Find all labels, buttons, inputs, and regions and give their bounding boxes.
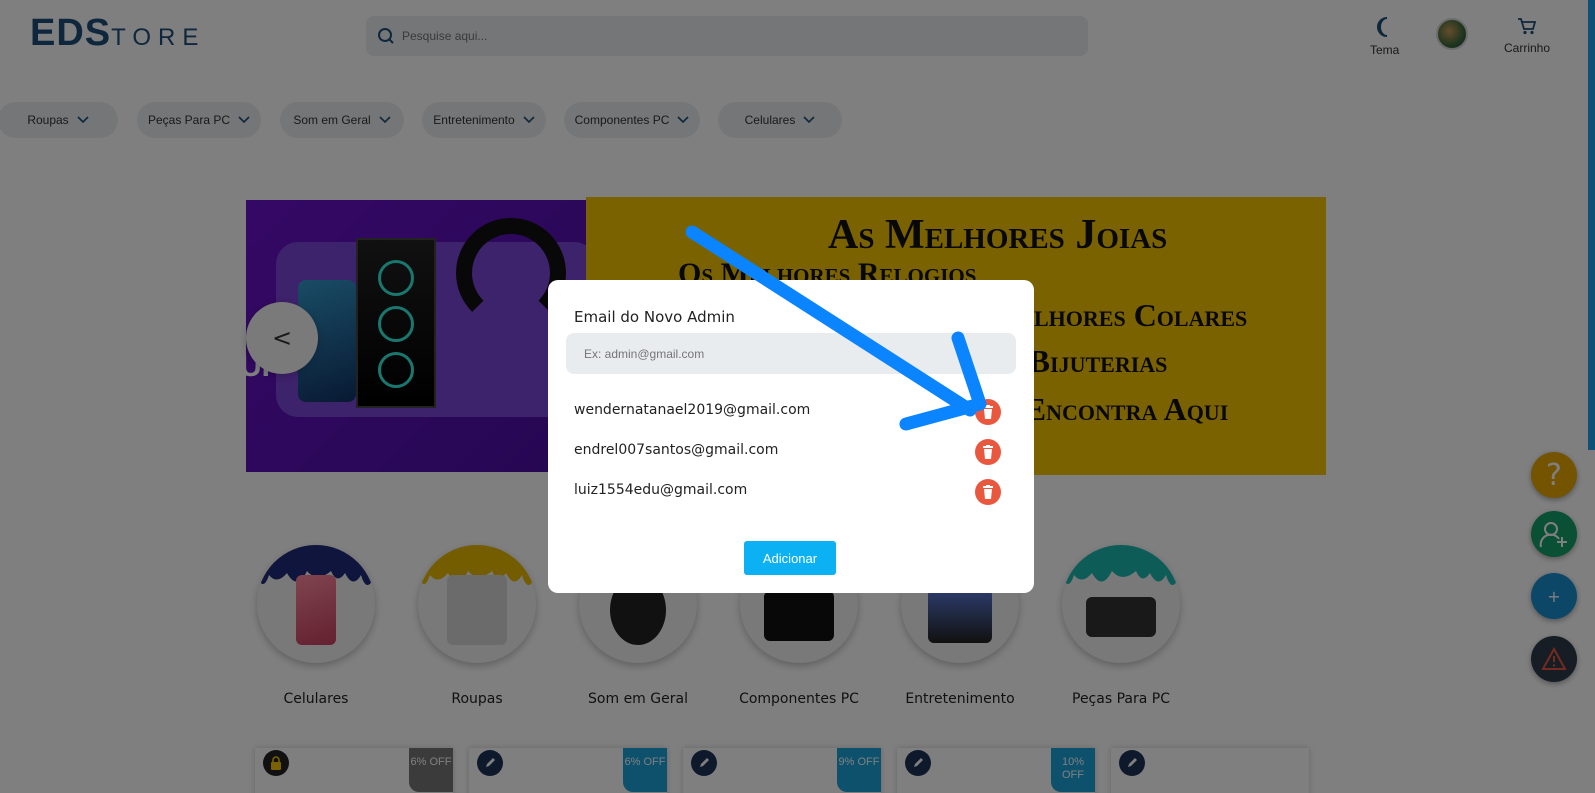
add-admin-submit-button[interactable]: Adicionar xyxy=(744,541,836,575)
delete-admin-button[interactable] xyxy=(975,479,1001,505)
trash-icon xyxy=(983,405,993,419)
delete-admin-button[interactable] xyxy=(975,399,1001,425)
trash-icon xyxy=(983,485,993,499)
admin-list-item: luiz1554edu@gmail.com xyxy=(574,479,1014,505)
admin-email-input[interactable] xyxy=(566,333,1016,374)
new-admin-modal: Email do Novo Admin wendernatanael2019@g… xyxy=(548,280,1034,593)
admin-list-item: endrel007santos@gmail.com xyxy=(574,439,1014,465)
admin-email: endrel007santos@gmail.com xyxy=(574,442,779,458)
delete-admin-button[interactable] xyxy=(975,439,1001,465)
admin-email: luiz1554edu@gmail.com xyxy=(574,482,748,498)
admin-list-item: wendernatanael2019@gmail.com xyxy=(574,399,1014,425)
admin-email: wendernatanael2019@gmail.com xyxy=(574,402,811,418)
modal-title: Email do Novo Admin xyxy=(574,308,735,326)
trash-icon xyxy=(983,445,993,459)
